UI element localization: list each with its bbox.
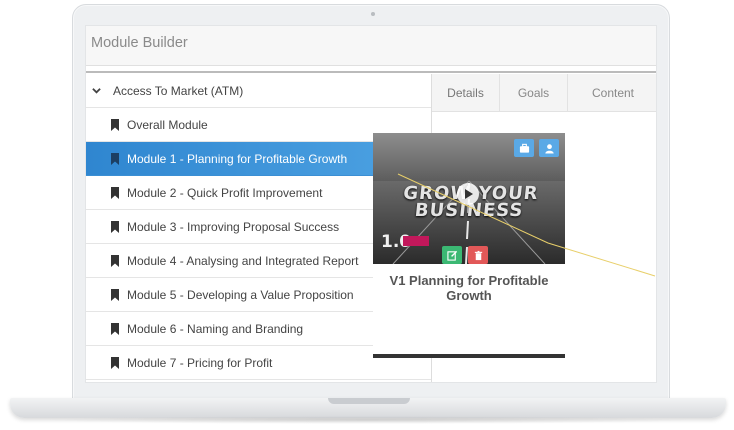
bookmark-icon: [111, 322, 119, 335]
tree-item-label: Module 6 - Naming and Branding: [127, 321, 304, 336]
chevron-down-icon[interactable]: [92, 86, 101, 95]
tree-item-label: Module 5 - Developing a Value Propositio…: [127, 287, 354, 302]
bookmark-icon: [111, 356, 119, 369]
app-header: Module Builder: [86, 26, 656, 66]
tree-item-label: Overall Module: [127, 117, 208, 132]
content-card[interactable]: GROW YOUR BUSINESS 1.0 V1 Planning for P…: [373, 133, 565, 358]
bookmark-icon: [111, 118, 119, 131]
tree-root-label: Access To Market (ATM): [113, 83, 244, 98]
thumbnail-subtitle-bar: [403, 236, 429, 246]
tab-goals[interactable]: Goals: [500, 74, 568, 112]
briefcase-icon[interactable]: [514, 139, 534, 157]
tree-item-label: Module 1 - Planning for Profitable Growt…: [127, 151, 348, 166]
laptop-shadow: [40, 416, 696, 424]
tab-content[interactable]: Content: [568, 74, 656, 112]
bookmark-icon: [111, 152, 119, 165]
edit-icon[interactable]: [442, 246, 462, 264]
play-icon[interactable]: [457, 183, 479, 205]
laptop-base: [10, 398, 726, 418]
tree-item-label: Module 3 - Improving Proposal Success: [127, 219, 340, 234]
tree-item-label: Module 7 - Pricing for Profit: [127, 355, 273, 370]
page-title: Module Builder: [91, 35, 188, 51]
camera: [371, 12, 375, 16]
bookmark-icon: [111, 288, 119, 301]
app-screen: Module Builder Access To Market (ATM) Ov…: [85, 25, 657, 383]
next-content-card[interactable]: [373, 354, 565, 358]
trash-icon[interactable]: [468, 246, 488, 264]
tab-details[interactable]: Details: [432, 74, 500, 112]
card-title: V1 Planning for Profitable Growth: [389, 273, 549, 303]
bookmark-icon: [111, 186, 119, 199]
laptop-notch: [328, 398, 410, 404]
tree-item-label: Module 2 - Quick Profit Improvement: [127, 185, 323, 200]
detail-tabs: Details Goals Content: [432, 74, 656, 112]
header-divider: [86, 71, 656, 73]
user-icon[interactable]: [539, 139, 559, 157]
tree-root-access-to-market[interactable]: Access To Market (ATM): [86, 74, 431, 108]
video-thumbnail[interactable]: GROW YOUR BUSINESS 1.0: [373, 133, 565, 264]
bookmark-icon: [111, 220, 119, 233]
tree-item-label: Module 4 - Analysing and Integrated Repo…: [127, 253, 359, 268]
bookmark-icon: [111, 254, 119, 267]
